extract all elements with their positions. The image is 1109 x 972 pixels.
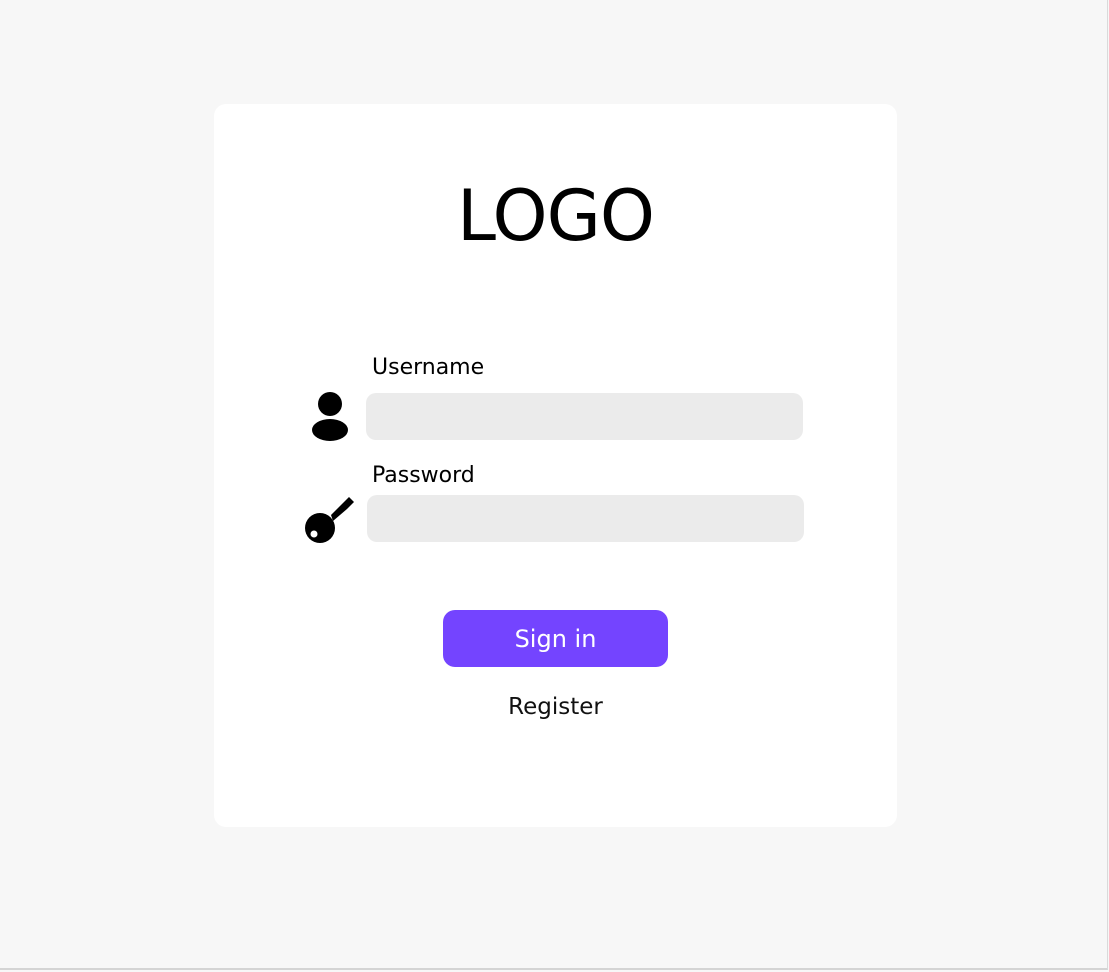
user-icon [312,392,348,441]
register-link[interactable]: Register [214,692,897,722]
username-input[interactable] [366,393,803,440]
login-card: LOGO Username Password Sign in Register [214,104,897,827]
password-input[interactable] [367,495,804,542]
key-icon [305,497,354,543]
password-label: Password [372,463,475,488]
username-label: Username [372,355,485,380]
logo: LOGO [457,175,655,257]
sign-in-button[interactable]: Sign in [443,610,668,667]
